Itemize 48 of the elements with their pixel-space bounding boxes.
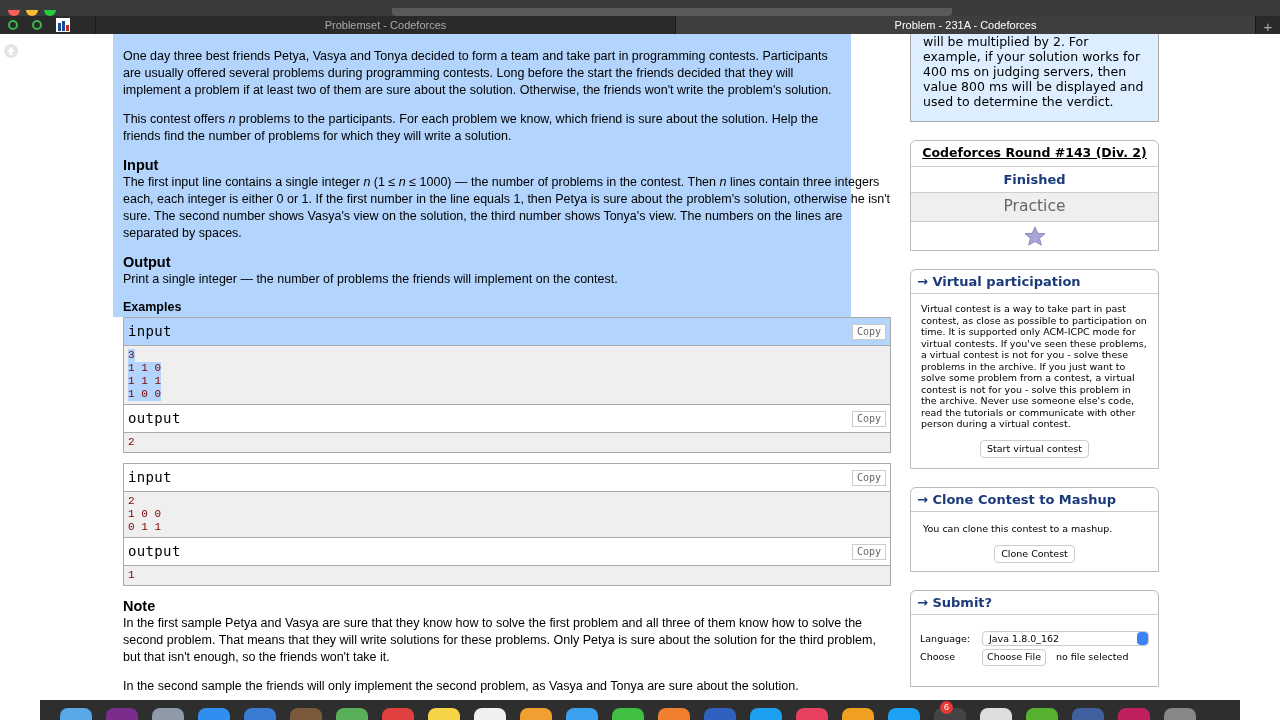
choose-file-button[interactable]: Choose File xyxy=(982,649,1046,666)
box-text: You can clone this contest to a mashup. xyxy=(922,522,1114,537)
round-mode: Practice xyxy=(911,193,1158,222)
close-icon[interactable] xyxy=(8,10,20,16)
box-title: → Clone Contest to Mashup xyxy=(911,487,1158,513)
choose-label: Choose xyxy=(920,650,957,665)
minimize-icon[interactable] xyxy=(26,10,38,16)
section-heading: Input xyxy=(123,157,160,174)
statement-text: Print a single integer — the number of problems the friends will implement on the contest. xyxy=(123,271,619,288)
new-tab-button[interactable]: + xyxy=(1255,16,1280,34)
browser-tab[interactable]: Problem - 231A - Codeforces xyxy=(675,16,1255,34)
favicon-icon[interactable] xyxy=(32,20,42,30)
section-heading: Note xyxy=(123,598,157,615)
data-line: 1 xyxy=(128,569,135,582)
copy-button[interactable]: Copy xyxy=(851,543,886,560)
star-icon[interactable] xyxy=(1023,225,1046,246)
select-arrows-icon xyxy=(1137,632,1148,646)
clone-contest-button[interactable]: Clone Contest xyxy=(994,544,1075,563)
file-status: no file selected xyxy=(1056,650,1129,665)
example-label: input xyxy=(128,323,172,340)
round-title[interactable]: Codeforces Round #143 (Div. 2) xyxy=(911,141,1158,167)
scroll-up-icon xyxy=(4,44,18,58)
language-label: Language: xyxy=(920,631,972,646)
statement-paragraph: One day three best friends Petya, Vasya and Tonya decided to form a team and take part in programming contests. Participants are usually offered several problems during programming contests. Long before the start the friends decided that they will implement a problem if at least two of them are sure about the solution. Otherwise, the friends won't write the problem's solution. xyxy=(123,48,833,99)
data-line: 1 0 0 xyxy=(128,508,161,521)
statement-paragraph: This contest offers n problems to the participants. For each problem we know, which friend is sure about the solution. Help the friends find the number of problems for which they will write a solution. xyxy=(123,111,820,145)
favicon-icon[interactable] xyxy=(8,20,18,30)
start-virtual-button[interactable]: Start virtual contest xyxy=(980,439,1089,458)
box-title: → Submit? xyxy=(911,590,1158,616)
example-label: input xyxy=(128,469,172,486)
copy-button[interactable]: Copy xyxy=(851,469,886,486)
copy-button[interactable]: Copy xyxy=(851,323,886,340)
section-heading: Output xyxy=(123,254,172,271)
chart-icon[interactable] xyxy=(56,18,70,32)
statement-text: The first input line contains a single integer n (1 ≤ n ≤ 1000) — the number of problems in the contest. Then n lines contain three integers each, each integer is either 0 or 1. If the first number in the line equals 1, then Petya is sure about the problem's solution, otherwise he isn't sure. The second number shows Vasya's view on the solution, the third number shows Tonya's view. The numbers on the lines are separated by spaces. xyxy=(123,174,891,242)
note-paragraph: In the first sample Petya and Vasya are sure that they know how to solve the first problem and all three of them know how to solve the second problem. That means that they will write solutions for these problems. Only Petya is sure about the solution for the third problem, but that isn't enough, so the friends won't take it. xyxy=(123,615,877,666)
box-text: Virtual contest is a way to take part in past contest, as close as possible to participation on time. It is supported only ACM-ICPC mode for virtual contests. If you've seen these problems, a virtual contest is not for you - solve these problems in the archive. If you just want to solve some problem from a contest, a virtual contest is not for you - solve this problem in the archive. Never use someone else's code, read the tutorials or communicate with other person during a virtual contest. xyxy=(920,302,1148,430)
data-line: 2 xyxy=(128,436,135,449)
note-paragraph: In the second sample the friends will only implement the second problem, as Vasya and Tonya are sure about the solution. xyxy=(123,678,800,695)
copy-button[interactable]: Copy xyxy=(851,410,886,427)
example-label: output xyxy=(128,543,181,560)
maximize-icon[interactable] xyxy=(44,10,56,16)
box-title: → Virtual participation xyxy=(911,269,1158,294)
data-line: 0 1 1 xyxy=(128,521,161,534)
language-select[interactable]: Java 1.8.0_162 xyxy=(982,631,1149,647)
example-label: output xyxy=(128,410,181,427)
limit-note: will be multiplied by 2. For example, if your solution works for 400 ms on judging servers, then value 800 ms will be displayed and used to determine the verdict. xyxy=(923,34,1145,109)
data-line: 2 xyxy=(128,495,135,508)
